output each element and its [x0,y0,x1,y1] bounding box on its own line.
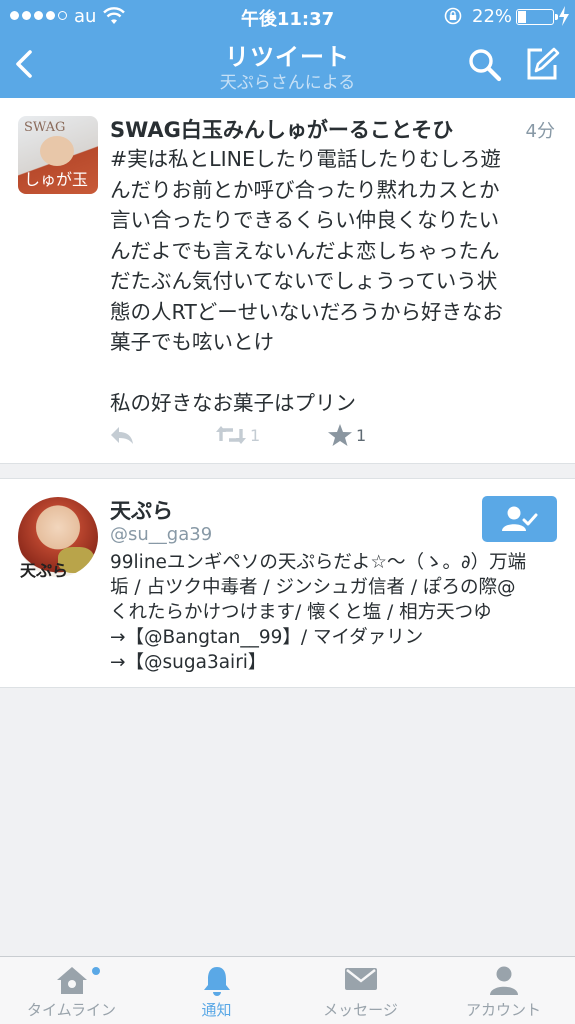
retweet-count: 1 [250,425,261,445]
favorite-count: 1 [356,425,367,445]
user-name[interactable]: 天ぷら [110,495,173,525]
tab-notifications[interactable]: 通知 [145,957,288,1024]
user-card[interactable]: 天ぷら 天ぷら @su__ga39 99lineユンギペソの天ぷらだよ☆〜（ゝ。… [0,478,575,688]
home-icon [56,967,87,994]
status-bar: au 午後11:37 22% [0,0,575,32]
person-icon [489,966,518,995]
tab-account[interactable]: アカウント [432,957,575,1024]
bell-icon [203,967,230,996]
tweet-author-name[interactable]: SWAG白玉みんしゅがーることそひ [110,114,453,144]
avatar[interactable]: SWAG しゅが玉 [18,116,98,194]
battery-percent: 22% [472,6,513,27]
favorite-button[interactable]: 1 [328,420,366,450]
tweet-timestamp: 4分 [525,121,555,142]
tab-timeline[interactable]: タイムライン [0,957,143,1024]
tweet-text: #実は私とLINEしたり電話したりむしろ遊 んだりお前とか呼び合ったり黙れカスと… [110,147,504,415]
search-icon[interactable] [466,46,504,84]
retweet-icon [216,426,246,444]
user-handle[interactable]: @su__ga39 [110,524,212,545]
tab-bar: タイムライン 通知 メッセージ アカウント [0,956,575,1024]
star-icon [328,424,352,446]
tweet-card[interactable]: SWAG しゅが玉 SWAG白玉みんしゅがーることそひ 4分 #実は私とLINE… [0,98,575,464]
envelope-icon [344,968,377,990]
tweet-actions: 1 1 [108,420,408,450]
user-bio: 99lineユンギペソの天ぷらだよ☆〜（ゝ。∂）万端 垢 / 占ツク中毒者 / … [110,552,527,673]
new-tweets-dot [92,967,100,975]
compose-icon[interactable] [522,44,562,84]
follow-user-icon [502,506,538,531]
reply-icon [111,427,133,444]
avatar-label: 天ぷら [20,561,69,580]
battery-icon [516,9,558,25]
tab-messages[interactable]: メッセージ [289,957,432,1024]
reply-button[interactable] [108,420,136,450]
rotation-lock-icon [444,7,462,25]
header: au 午後11:37 22% リツイート 天ぷらさんによる [0,0,575,98]
charging-icon [559,6,569,26]
follow-button[interactable] [482,496,557,542]
retweet-button[interactable]: 1 [216,420,260,450]
